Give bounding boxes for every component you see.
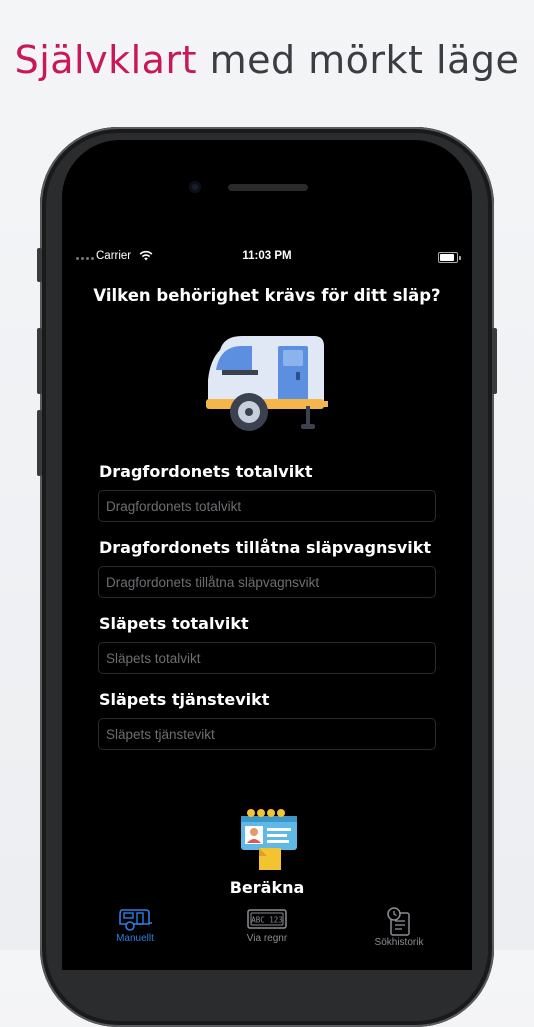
trailer-total-weight-input[interactable] xyxy=(98,642,436,674)
tab-search-history-label: Sökhistorik xyxy=(374,937,424,948)
license-plate-icon: ABC 123 xyxy=(247,909,287,929)
battery-icon xyxy=(438,252,461,263)
trailer-total-weight-label: Släpets totalvikt xyxy=(99,614,249,633)
license-plate-text: ABC 123 xyxy=(251,916,283,925)
calculate-button[interactable]: Beräkna xyxy=(62,878,472,897)
total-weight-label: Dragfordonets totalvikt xyxy=(99,462,313,481)
total-weight-input[interactable] xyxy=(98,490,436,522)
trailer-curb-weight-input[interactable] xyxy=(98,718,436,750)
clock: 11:03 PM xyxy=(242,250,292,262)
status-bar: Carrier 11:03 PM xyxy=(62,246,472,268)
caravan-illustration xyxy=(206,336,328,431)
allowed-trailer-weight-input[interactable] xyxy=(98,566,436,598)
history-icon xyxy=(387,907,410,936)
license-card-icon[interactable] xyxy=(237,808,299,872)
caravan-icon xyxy=(119,909,152,931)
app-screen: Carrier 11:03 PM Vilken behörighet krävs… xyxy=(62,246,472,950)
tab-search-history[interactable]: Sökhistorik xyxy=(344,906,454,950)
headline: Självklart med mörkt läge xyxy=(0,38,534,82)
allowed-trailer-weight-label: Dragfordonets tillåtna släpvagnsvikt xyxy=(99,538,432,557)
trailer-curb-weight-label: Släpets tjänstevikt xyxy=(99,690,270,709)
front-camera xyxy=(189,181,201,193)
tab-bar: Manuellt ABC 123 Via regnr Sökhistorik xyxy=(62,906,472,950)
headline-rest: med mörkt läge xyxy=(196,38,520,82)
volume-up-button xyxy=(37,328,42,394)
headline-accent: Självklart xyxy=(14,38,197,82)
tab-manual[interactable]: Manuellt xyxy=(80,906,190,950)
tab-via-regnr-label: Via regnr xyxy=(246,933,288,944)
page-title: Vilken behörighet krävs för ditt släp? xyxy=(93,286,441,305)
power-button xyxy=(492,328,497,394)
tab-manual-label: Manuellt xyxy=(116,933,154,944)
volume-down-button xyxy=(37,410,42,476)
mute-switch xyxy=(37,248,42,282)
earpiece-speaker xyxy=(228,184,308,191)
tab-via-regnr[interactable]: ABC 123 Via regnr xyxy=(212,906,322,950)
